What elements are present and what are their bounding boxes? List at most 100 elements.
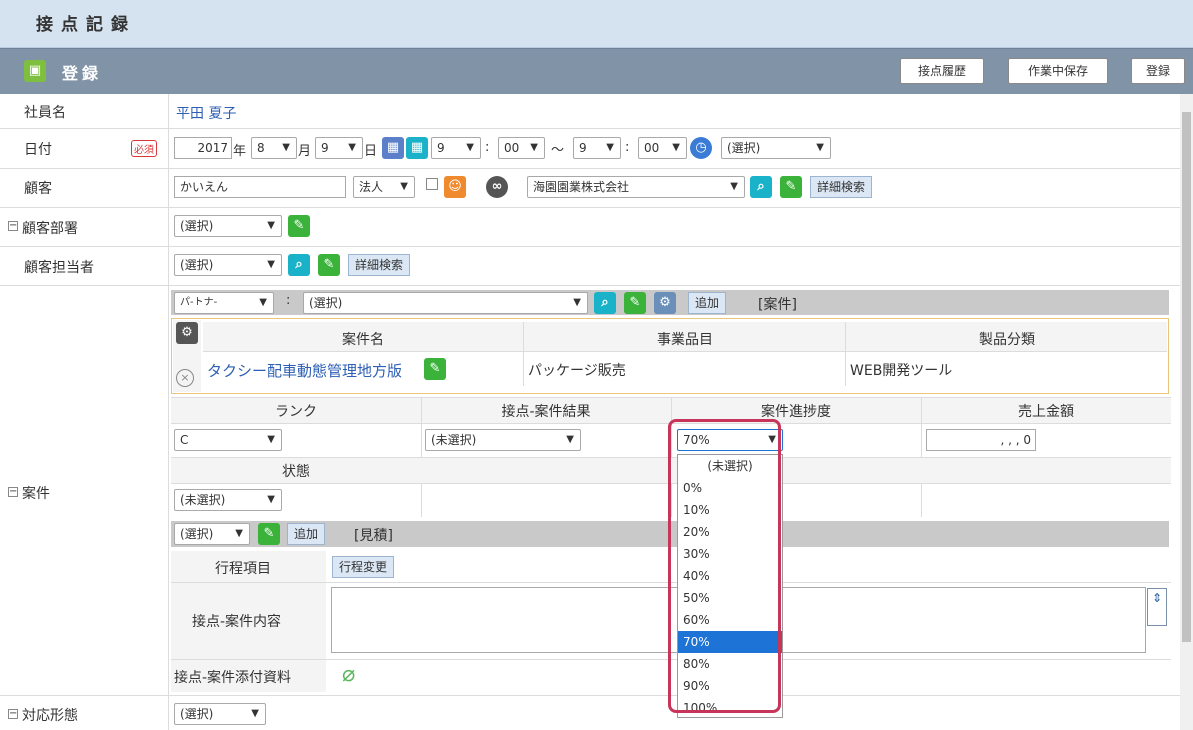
pencil-icon[interactable]: ✎	[624, 292, 646, 314]
chevron-down-icon: ▼	[282, 142, 290, 153]
year-unit: 年	[233, 144, 247, 159]
settings-search-icon[interactable]: ⚙	[654, 292, 676, 314]
estimate-select[interactable]: (選択) ▼	[174, 523, 250, 545]
partner-value: パ-トナ-	[180, 297, 218, 308]
schedule-label: 行程項目	[215, 561, 271, 577]
search-icon[interactable]: ⌕	[288, 254, 310, 276]
register-button[interactable]: 登録	[1131, 58, 1185, 84]
start-minute-value: 00	[504, 141, 520, 155]
scroll-thumb[interactable]	[1182, 112, 1191, 642]
project-tag: [案件]	[758, 297, 797, 313]
chevron-down-icon: ▼	[267, 434, 275, 445]
customer-type-select[interactable]: 法人 ▼	[353, 176, 415, 198]
customer-detail-search-button[interactable]: 詳細検索	[810, 176, 873, 198]
row-divider	[0, 285, 1180, 286]
end-minute-value: 00	[644, 141, 660, 155]
estimate-value: (選択)	[180, 527, 214, 541]
collapse-icon[interactable]: −	[8, 487, 18, 497]
pencil-icon[interactable]: ✎	[780, 176, 802, 198]
page-title-bar: 接点記録	[0, 0, 1193, 48]
result-value: (未選択)	[431, 433, 477, 447]
date-label: 日付	[24, 142, 52, 158]
paperclip-icon[interactable]: ⌀	[342, 662, 355, 687]
day-unit: 日	[364, 144, 378, 159]
project-add-button[interactable]: 追加	[688, 292, 727, 314]
pencil-icon[interactable]: ✎	[258, 523, 280, 545]
partner-select[interactable]: パ-トナ- ▼	[174, 292, 274, 314]
chevron-down-icon: ▼	[672, 142, 680, 153]
row-divider	[0, 207, 1180, 208]
pencil-icon[interactable]: ✎	[424, 358, 446, 380]
calendar-icon[interactable]: ▦	[382, 137, 404, 159]
close-icon[interactable]: ×	[176, 369, 194, 387]
company-value: 海園園業株式会社	[533, 180, 630, 194]
status-header: 状態	[282, 464, 310, 480]
resize-arrows-icon[interactable]: ⇕	[1147, 588, 1167, 626]
month-select[interactable]: 8 ▼	[251, 137, 297, 159]
date-option-select[interactable]: (選択) ▼	[721, 137, 831, 159]
project-select-value: (選択)	[309, 296, 343, 310]
clock-icon[interactable]: ◷	[690, 137, 712, 159]
result-select[interactable]: (未選択) ▼	[425, 429, 581, 451]
calendar-today-icon[interactable]: ▦	[406, 137, 428, 159]
employee-name[interactable]: 平田 夏子	[176, 103, 236, 123]
chevron-down-icon: ▼	[606, 142, 614, 153]
start-hour-select[interactable]: 9 ▼	[431, 137, 481, 159]
collapse-icon[interactable]: −	[8, 221, 18, 231]
row-divider	[0, 695, 1180, 696]
response-select[interactable]: (選択) ▼	[174, 703, 266, 725]
start-minute-select[interactable]: 00 ▼	[498, 137, 545, 159]
status-select[interactable]: (未選択) ▼	[174, 489, 282, 511]
gear-icon[interactable]: ⚙	[176, 322, 198, 344]
customer-input[interactable]: かいえん	[174, 176, 346, 198]
pencil-icon[interactable]: ✎	[288, 215, 310, 237]
rank-select[interactable]: C ▼	[174, 429, 282, 451]
person-detail-search-button[interactable]: 詳細検索	[348, 254, 411, 276]
chevron-down-icon: ▼	[530, 142, 538, 153]
collapse-icon[interactable]: −	[8, 709, 18, 719]
binoculars-icon[interactable]: ∞	[486, 176, 508, 198]
day-select[interactable]: 9 ▼	[315, 137, 363, 159]
customer-dept-select[interactable]: (選択) ▼	[174, 215, 282, 237]
chevron-down-icon: ▼	[267, 259, 275, 270]
chevron-down-icon: ▼	[566, 434, 574, 445]
amount-header: 売上金額	[1018, 404, 1074, 420]
row-divider	[0, 128, 1180, 129]
customer-person-select[interactable]: (選択) ▼	[174, 254, 282, 276]
search-icon[interactable]: ⌕	[594, 292, 616, 314]
end-minute-select[interactable]: 00 ▼	[638, 137, 687, 159]
schedule-change-button[interactable]: 行程変更	[332, 556, 395, 578]
customer-label: 顧客	[24, 181, 52, 197]
project-select[interactable]: (選択) ▼	[303, 292, 588, 314]
result-header: 接点-案件結果	[501, 404, 591, 420]
history-button[interactable]: 接点履歴	[900, 58, 984, 84]
customer-dept-label: 顧客部署	[22, 221, 78, 237]
employee-label: 社員名	[24, 105, 66, 121]
draft-save-button[interactable]: 作業中保存	[1008, 58, 1108, 84]
pencil-icon[interactable]: ✎	[318, 254, 340, 276]
amount-input[interactable]: , , , 0	[926, 429, 1036, 451]
project-name-link[interactable]: タクシー配車動態管理地方版	[207, 360, 402, 381]
time-colon: :	[485, 140, 490, 155]
row-divider	[0, 168, 1180, 169]
progress-header: 案件進捗度	[761, 404, 831, 420]
month-value: 8	[257, 141, 265, 155]
company-select[interactable]: 海園園業株式会社 ▼	[527, 176, 745, 198]
customer-checkbox[interactable]	[426, 178, 438, 190]
chevron-down-icon: ▼	[400, 181, 408, 192]
customer-person-label: 顧客担当者	[24, 260, 94, 276]
year-input[interactable]: 2017	[174, 137, 232, 159]
section-title: 登録	[62, 64, 103, 83]
rank-header: ランク	[275, 404, 317, 420]
search-icon[interactable]: ⌕	[750, 176, 772, 198]
required-badge: 必須	[131, 140, 157, 157]
chevron-down-icon: ▼	[348, 142, 356, 153]
project-header-category: 製品分類	[979, 332, 1035, 348]
chevron-down-icon: ▼	[267, 220, 275, 231]
project-colon: :	[286, 293, 291, 308]
person-icon[interactable]: ☺	[444, 176, 466, 198]
chevron-down-icon: ▼	[259, 297, 267, 308]
end-hour-select[interactable]: 9 ▼	[573, 137, 621, 159]
rank-value: C	[180, 433, 189, 447]
estimate-add-button[interactable]: 追加	[287, 523, 326, 545]
